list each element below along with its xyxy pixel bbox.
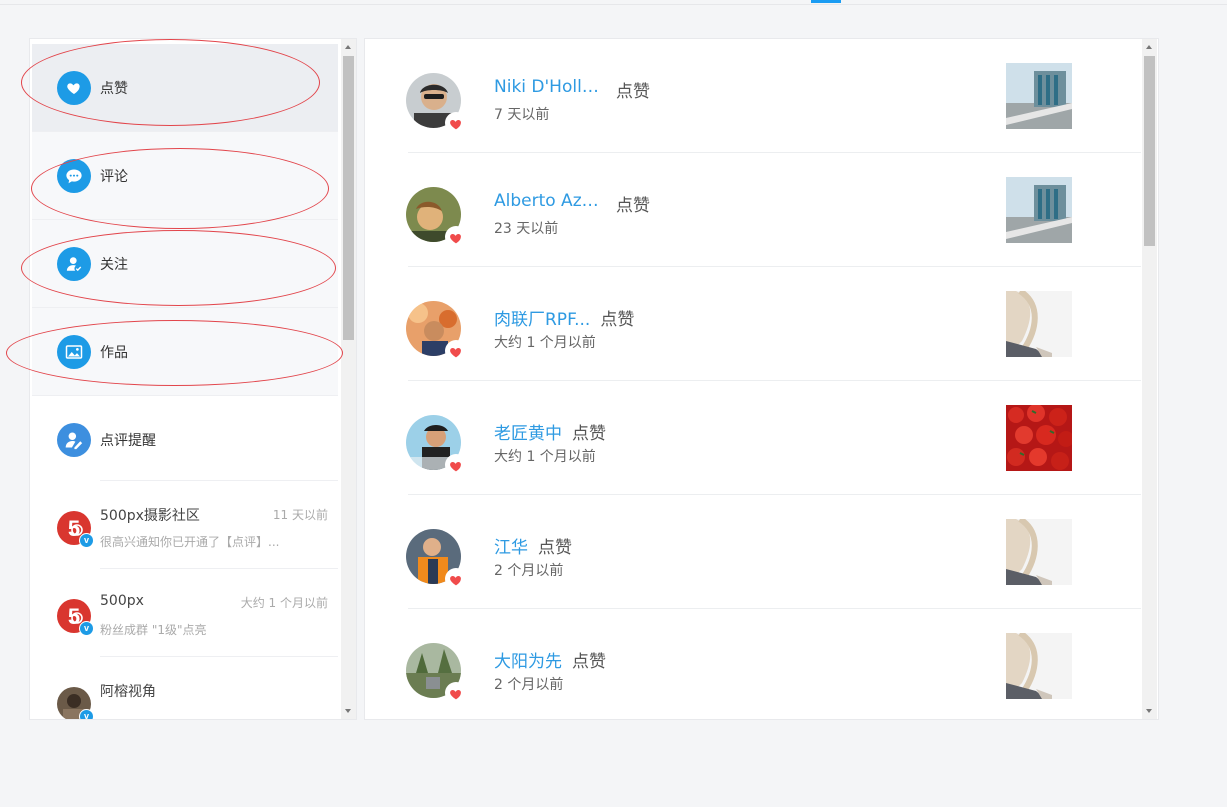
message-snippet: 很高兴通知你已开通了【点评】... — [100, 535, 280, 549]
notification-action: 点赞 — [572, 424, 606, 444]
notification-item[interactable]: Niki D'Holla... 点赞 7 天以前 — [406, 39, 1141, 153]
left-scrollbar[interactable] — [341, 39, 356, 719]
message-sender: 阿榕视角 — [100, 684, 156, 700]
heart-badge-icon — [445, 340, 467, 362]
scroll-up-arrow-icon[interactable] — [345, 45, 351, 49]
category-list: 点赞 评论 关注 作品 点评提醒 5 v 500px摄影社区 11 天以前 很高… — [30, 39, 342, 719]
follow-user-icon — [57, 247, 91, 281]
notification-panel: Niki D'Holla... 点赞 7 天以前 Alberto Aznar 点赞 … — [364, 38, 1159, 720]
user-name-link[interactable]: 大阳为先 — [494, 647, 562, 672]
heart-badge-icon — [445, 112, 467, 134]
photo-thumbnail[interactable] — [1006, 63, 1072, 129]
scroll-up-arrow-icon[interactable] — [1146, 45, 1152, 49]
verified-badge-icon: v — [79, 621, 94, 636]
category-label: 关注 — [100, 257, 128, 273]
message-item[interactable]: 5 v 500px 大约 1 个月以前 粉丝成群 "1级"点亮 — [32, 569, 338, 657]
right-scrollbar[interactable] — [1142, 39, 1157, 719]
active-tab-indicator — [811, 0, 841, 3]
avatar: v — [57, 687, 94, 719]
avatar: 5 v — [57, 511, 94, 548]
heart-badge-icon — [445, 454, 467, 476]
notification-item[interactable]: Alberto Aznar 点赞 23 天以前 — [406, 153, 1141, 267]
notification-time: 2 个月以前 — [494, 563, 564, 579]
photo-thumbnail[interactable] — [1006, 405, 1072, 471]
review-reminder-item[interactable]: 点评提醒 — [32, 393, 338, 481]
comment-icon — [57, 159, 91, 193]
avatar[interactable] — [406, 529, 467, 590]
photo-thumbnail[interactable] — [1006, 519, 1072, 585]
top-bar — [0, 0, 1227, 5]
scroll-down-arrow-icon[interactable] — [1146, 709, 1152, 713]
heart-badge-icon — [445, 226, 467, 248]
notification-action: 点赞 — [616, 82, 650, 102]
message-sender: 500px摄影社区 — [100, 508, 200, 524]
notification-action: 点赞 — [572, 652, 606, 672]
user-name-link[interactable]: Alberto Aznar — [494, 191, 606, 211]
avatar[interactable] — [406, 73, 467, 134]
category-comments[interactable]: 评论 — [32, 132, 338, 220]
notification-item[interactable]: 老匠黄中 点赞 大约 1 个月以前 — [406, 381, 1141, 495]
svg-text:5: 5 — [68, 516, 80, 541]
category-label: 评论 — [100, 169, 128, 185]
verified-badge-icon: v — [79, 709, 94, 719]
notification-action: 点赞 — [600, 310, 635, 330]
notification-time: 大约 1 个月以前 — [494, 335, 596, 351]
review-reminder-label: 点评提醒 — [100, 433, 156, 449]
user-name-link[interactable]: 肉联厂RPF... — [494, 305, 590, 330]
heart-icon — [57, 71, 91, 105]
message-time: 11 天以前 — [272, 508, 328, 522]
photo-thumbnail[interactable] — [1006, 177, 1072, 243]
notification-item[interactable]: 肉联厂RPF... 点赞 大约 1 个月以前 — [406, 267, 1141, 381]
notification-action: 点赞 — [538, 538, 572, 558]
notification-time: 2 个月以前 — [494, 677, 564, 693]
avatar[interactable] — [406, 643, 467, 704]
image-icon — [57, 335, 91, 369]
avatar: 5 v — [57, 599, 94, 636]
photo-thumbnail[interactable] — [1006, 291, 1072, 357]
user-name-link[interactable]: Niki D'Holla... — [494, 77, 606, 97]
user-name-link[interactable]: 老匠黄中 — [494, 419, 562, 444]
scroll-thumb[interactable] — [343, 56, 354, 340]
heart-badge-icon — [445, 682, 467, 704]
avatar[interactable] — [406, 301, 467, 362]
notification-time: 23 天以前 — [494, 221, 559, 237]
notification-item[interactable]: 江华 点赞 2 个月以前 — [406, 495, 1141, 609]
message-sender: 500px — [100, 593, 144, 609]
verified-badge-icon: v — [79, 533, 94, 548]
category-label: 点赞 — [100, 81, 128, 97]
svg-text:5: 5 — [68, 604, 80, 629]
category-works[interactable]: 作品 — [32, 308, 338, 396]
message-item[interactable]: 5 v 500px摄影社区 11 天以前 很高兴通知你已开通了【点评】... — [32, 481, 338, 569]
category-label: 作品 — [100, 345, 128, 361]
scroll-thumb[interactable] — [1144, 56, 1155, 246]
notification-time: 7 天以前 — [494, 107, 550, 123]
left-panel: 点赞 评论 关注 作品 点评提醒 5 v 500px摄影社区 11 天以前 很高… — [29, 38, 357, 720]
scroll-down-arrow-icon[interactable] — [345, 709, 351, 713]
reviewer-icon — [57, 423, 91, 457]
message-time: 大约 1 个月以前 — [240, 596, 328, 610]
category-follows[interactable]: 关注 — [32, 220, 338, 308]
avatar[interactable] — [406, 415, 467, 476]
user-name-link[interactable]: 江华 — [494, 533, 528, 558]
avatar[interactable] — [406, 187, 467, 248]
notification-action: 点赞 — [616, 196, 650, 216]
photo-thumbnail[interactable] — [1006, 633, 1072, 699]
notification-time: 大约 1 个月以前 — [494, 449, 596, 465]
message-item[interactable]: v 阿榕视角 — [32, 657, 338, 719]
notification-item[interactable]: 大阳为先 点赞 2 个月以前 — [406, 609, 1141, 719]
category-likes[interactable]: 点赞 — [32, 44, 338, 132]
heart-badge-icon — [445, 568, 467, 590]
message-snippet: 粉丝成群 "1级"点亮 — [100, 623, 207, 637]
